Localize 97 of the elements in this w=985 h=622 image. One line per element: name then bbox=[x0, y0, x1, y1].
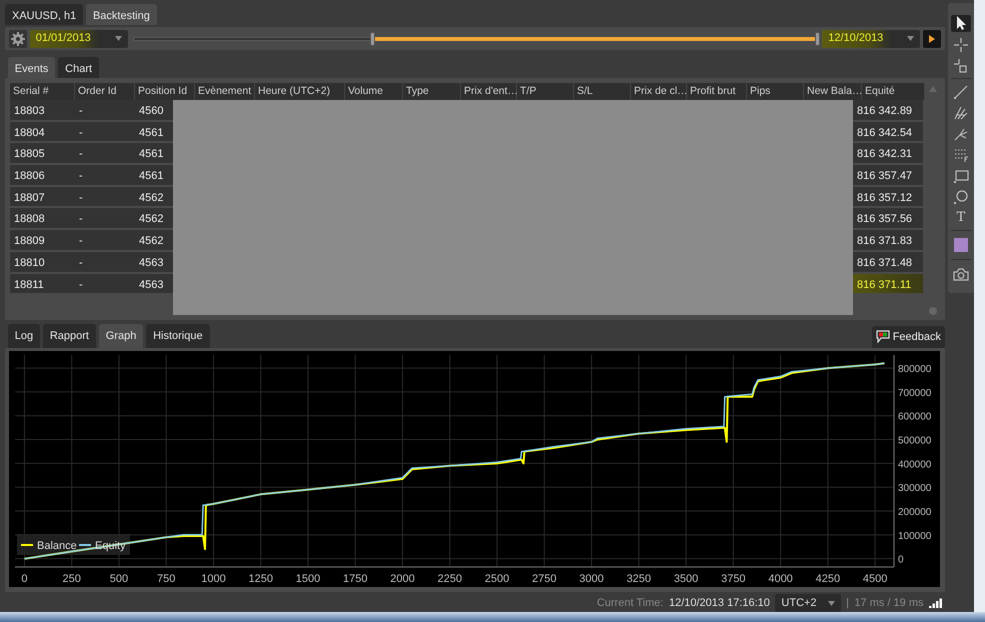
table-cell: 4561 bbox=[135, 122, 173, 142]
dropdown-caret-icon[interactable] bbox=[907, 36, 914, 41]
table-cell: 816 342.31 bbox=[853, 143, 923, 164]
table-cell: 4561 bbox=[135, 165, 173, 185]
end-date-field[interactable]: 12/10/2013 bbox=[822, 30, 920, 48]
tab[interactable]: Log bbox=[8, 324, 40, 348]
table-cell: 816 371.11 bbox=[853, 274, 923, 294]
y-tick-label: 300000 bbox=[898, 483, 932, 494]
table-cell: 4563 bbox=[135, 252, 173, 272]
table-cell: 816 342.89 bbox=[853, 100, 923, 120]
y-tick-label: 200000 bbox=[898, 507, 932, 518]
table-cell: 18803 bbox=[10, 100, 75, 120]
y-tick-label: 500000 bbox=[898, 436, 932, 447]
slider-handle[interactable] bbox=[814, 32, 820, 46]
separator: | bbox=[846, 596, 849, 611]
dropdown-caret-icon bbox=[828, 600, 835, 606]
date-range-slider[interactable] bbox=[133, 30, 817, 48]
table-cell: - bbox=[75, 186, 135, 206]
status-label: Current Time: bbox=[596, 596, 664, 611]
x-tick-label: 4250 bbox=[816, 573, 840, 585]
play-button[interactable] bbox=[923, 30, 941, 48]
table-cell: 18810 bbox=[10, 252, 75, 272]
y-tick-label: 0 bbox=[898, 554, 904, 566]
table-cell: 18805 bbox=[10, 143, 75, 164]
x-tick-label: 0 bbox=[21, 573, 28, 585]
x-tick-label: 3250 bbox=[626, 573, 652, 585]
feedback-button[interactable]: Feedback bbox=[872, 326, 945, 348]
signal-icon bbox=[929, 598, 943, 608]
table-cell: 816 357.56 bbox=[853, 208, 923, 228]
x-tick-label: 250 bbox=[62, 573, 81, 585]
table-cell: 816 342.54 bbox=[853, 122, 923, 142]
x-tick-label: 1250 bbox=[248, 573, 273, 585]
tool-button[interactable] bbox=[951, 15, 971, 32]
tab[interactable]: Chart bbox=[58, 57, 100, 78]
latency-text: 17 ms / 19 ms bbox=[854, 596, 924, 611]
speech-bubble-icon bbox=[876, 330, 890, 344]
x-tick-label: 1750 bbox=[343, 573, 368, 585]
x-tick-label: 4500 bbox=[862, 573, 888, 585]
x-tick-label: 2250 bbox=[438, 573, 462, 585]
table-cell: 4561 bbox=[135, 143, 173, 164]
date-text: 12/10/2013 bbox=[828, 31, 884, 46]
dropdown-caret-icon[interactable] bbox=[114, 36, 122, 41]
x-tick-label: 2500 bbox=[484, 573, 510, 585]
table-cell: - bbox=[75, 122, 135, 142]
settings-button[interactable] bbox=[9, 30, 27, 48]
table-cell: - bbox=[75, 208, 135, 228]
table-cell: 4560 bbox=[135, 100, 173, 120]
tab[interactable]: XAUUSD, h1 bbox=[5, 4, 84, 25]
table-cell: 18807 bbox=[10, 186, 75, 206]
x-tick-label: 750 bbox=[157, 573, 176, 585]
date-text: 01/01/2013 bbox=[36, 31, 91, 46]
table-cell: 18806 bbox=[10, 165, 75, 185]
table-cell: - bbox=[75, 274, 135, 294]
x-tick-label: 2000 bbox=[390, 573, 415, 585]
table-cell: 4562 bbox=[135, 186, 173, 206]
table-cell: 4562 bbox=[135, 208, 173, 228]
play-icon bbox=[928, 34, 936, 42]
tab[interactable]: Backtesting bbox=[86, 4, 157, 25]
table-cell: - bbox=[75, 252, 135, 272]
tab[interactable]: Rapport bbox=[42, 324, 96, 348]
tab[interactable]: Historique bbox=[146, 324, 210, 348]
tab[interactable]: Graph bbox=[98, 324, 144, 348]
x-tick-label: 1500 bbox=[296, 573, 320, 585]
x-tick-label: 1000 bbox=[201, 573, 226, 585]
legend-label: Balance bbox=[37, 540, 77, 552]
table-cell: 18809 bbox=[10, 230, 75, 250]
table-cell: 816 357.12 bbox=[853, 186, 923, 206]
table-cell: 18804 bbox=[10, 122, 75, 142]
table-cell: 816 371.83 bbox=[853, 230, 923, 250]
y-tick-label: 700000 bbox=[898, 388, 932, 399]
y-tick-label: 100000 bbox=[898, 530, 932, 542]
slider-handle[interactable] bbox=[370, 32, 376, 46]
table-cell: 18808 bbox=[10, 208, 75, 228]
text-tool[interactable]: T bbox=[951, 209, 971, 226]
start-date-field[interactable]: 01/01/2013 bbox=[30, 30, 128, 48]
timezone-dropdown[interactable]: UTC+2 bbox=[775, 594, 841, 612]
x-tick-label: 500 bbox=[110, 573, 128, 585]
tab[interactable]: Events bbox=[8, 57, 56, 78]
y-tick-label: 800000 bbox=[898, 364, 932, 376]
y-tick-label: 600000 bbox=[898, 412, 932, 423]
current-time: 12/10/2013 17:16:10 bbox=[668, 596, 770, 611]
table-cell: 816 357.47 bbox=[853, 165, 923, 185]
x-tick-label: 3500 bbox=[674, 573, 698, 585]
table-cell: - bbox=[75, 230, 135, 250]
table-cell: - bbox=[75, 165, 135, 185]
x-tick-label: 3000 bbox=[579, 573, 604, 585]
table-cell: 4563 bbox=[135, 274, 173, 294]
color-swatch bbox=[951, 235, 971, 255]
table-cell: 18811 bbox=[10, 274, 75, 294]
x-tick-label: 4000 bbox=[768, 573, 793, 585]
x-tick-label: 3750 bbox=[721, 573, 746, 585]
table-cell: - bbox=[75, 100, 135, 120]
table-cell: 4562 bbox=[135, 230, 173, 250]
y-tick-label: 400000 bbox=[898, 459, 932, 470]
table-cell: - bbox=[75, 143, 135, 164]
x-tick-label: 2750 bbox=[532, 573, 557, 585]
table-cell: 816 371.48 bbox=[853, 252, 923, 272]
